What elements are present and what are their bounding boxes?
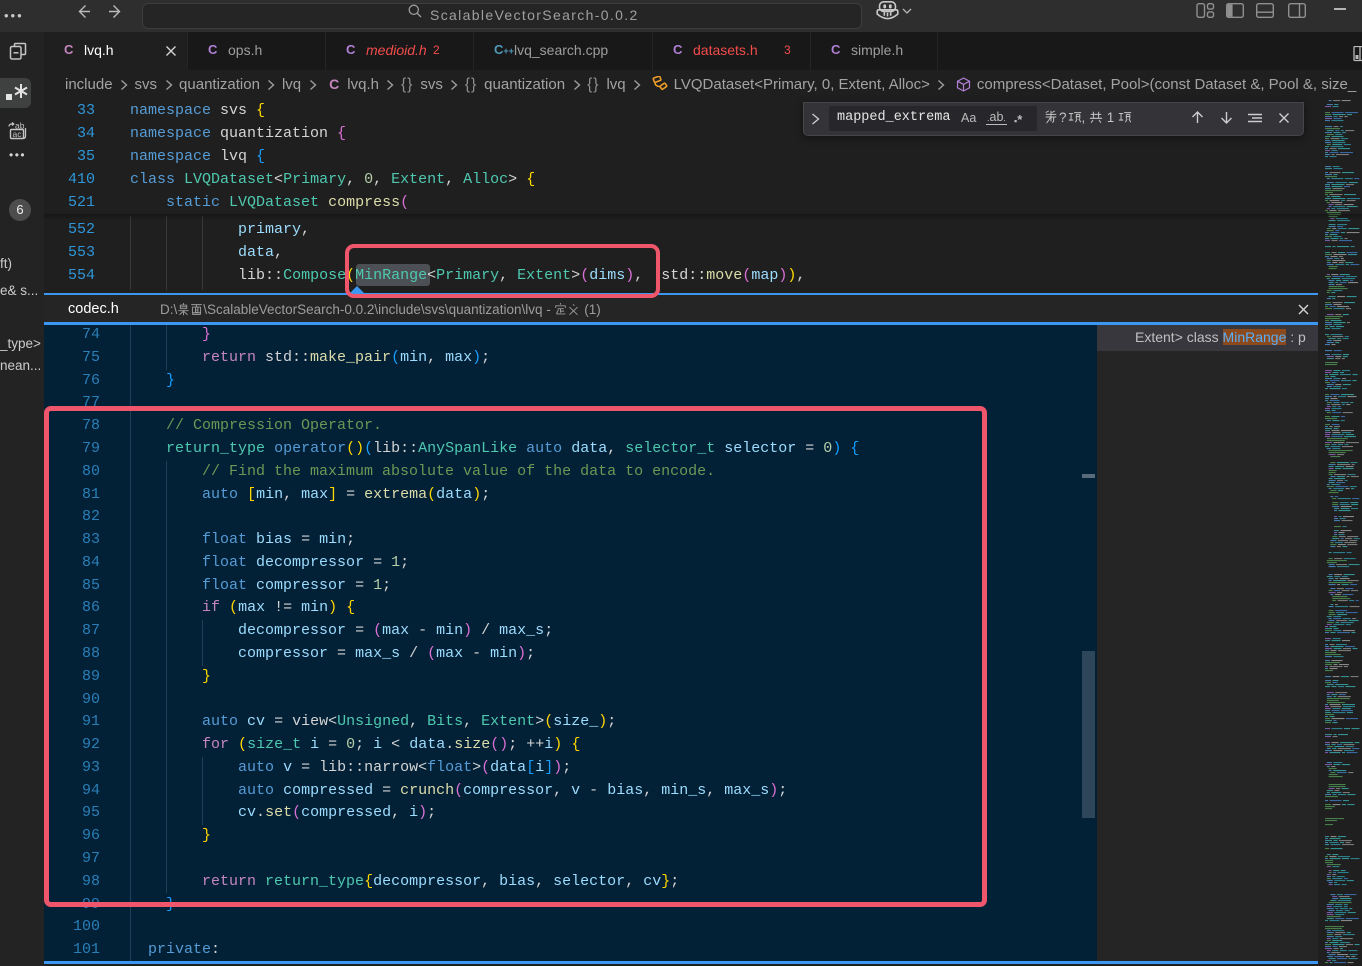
svg-text:ac: ac: [13, 129, 23, 139]
